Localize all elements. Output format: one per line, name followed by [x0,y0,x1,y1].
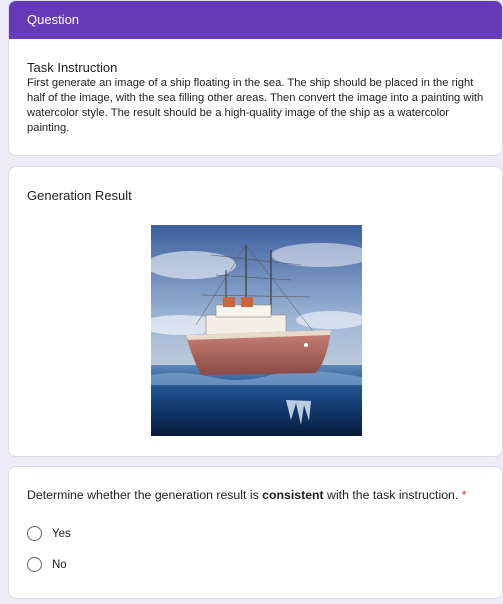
question-prefix: Determine whether the generation result … [27,488,263,502]
question-header: Question [9,1,502,39]
generated-ship-watercolor-image [151,225,362,436]
yes-label: Yes [52,527,71,540]
generation-result-title: Generation Result [27,188,132,203]
yes-radio-button[interactable] [27,526,42,541]
option-yes[interactable]: Yes [27,526,71,541]
question-card: Question Task Instruction First generate… [8,0,503,156]
task-instruction-title: Task Instruction [27,60,118,75]
no-radio-button[interactable] [27,557,42,572]
no-label: No [52,558,67,571]
required-asterisk: * [461,488,467,502]
consistency-question: Determine whether the generation result … [9,467,502,502]
generation-result-card: Generation Result [8,166,503,457]
task-instruction-text: First generate an image of a ship floati… [27,77,484,134]
option-no[interactable]: No [27,557,67,572]
consistency-question-card: Determine whether the generation result … [8,466,503,599]
question-suffix: with the task instruction. [323,488,459,502]
question-bold-keyword: consistent [262,488,324,502]
